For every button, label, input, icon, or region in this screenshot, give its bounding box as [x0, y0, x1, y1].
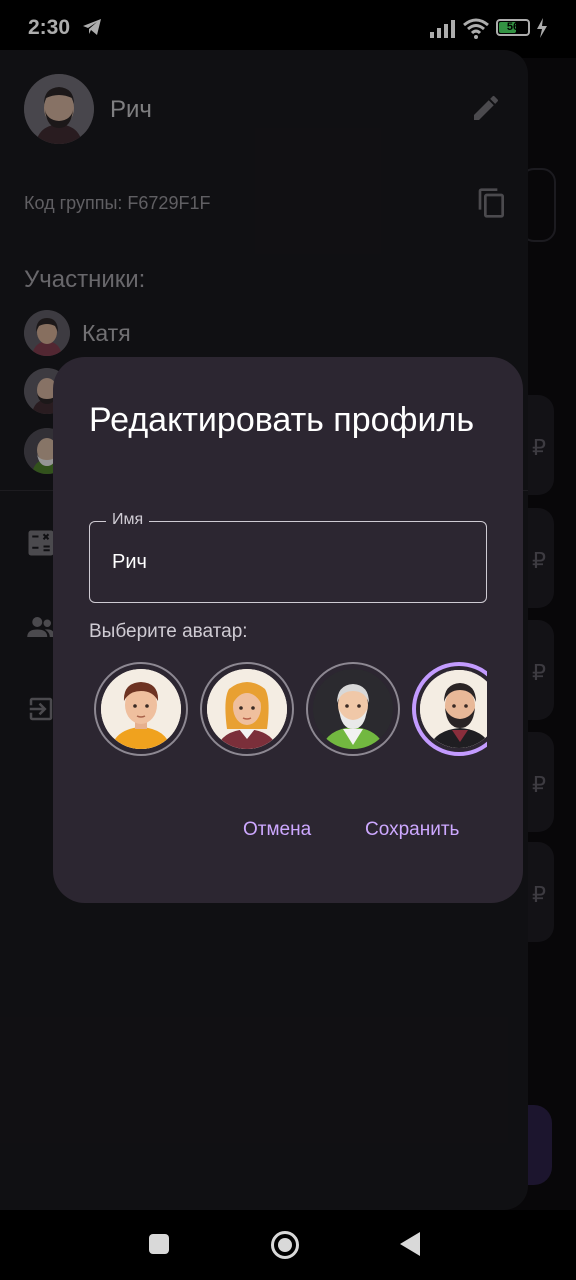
cancel-button[interactable]: Отмена — [243, 819, 311, 841]
avatar-option[interactable] — [306, 662, 400, 756]
system-nav-bar — [0, 1210, 576, 1280]
back-icon[interactable] — [400, 1232, 420, 1256]
avatar-picker[interactable] — [94, 662, 487, 758]
blonde-woman-avatar — [207, 669, 287, 749]
dialog-title: Редактировать профиль — [89, 401, 475, 439]
avatar-option-selected[interactable] — [412, 662, 487, 756]
avatar-option[interactable] — [200, 662, 294, 756]
edit-profile-dialog: Редактировать профиль Имя Выберите авата… — [53, 357, 523, 903]
name-field[interactable]: Имя — [89, 511, 487, 603]
avatar-label: Выберите аватар: — [89, 621, 248, 642]
young-man-avatar — [101, 669, 181, 749]
name-input[interactable] — [112, 551, 452, 574]
recents-icon[interactable] — [149, 1234, 169, 1254]
name-field-label: Имя — [106, 511, 150, 529]
old-man-avatar — [313, 669, 393, 749]
avatar-option[interactable] — [94, 662, 188, 756]
bearded-man-avatar — [420, 670, 487, 748]
save-button[interactable]: Сохранить — [365, 819, 459, 841]
home-icon[interactable] — [271, 1231, 299, 1259]
